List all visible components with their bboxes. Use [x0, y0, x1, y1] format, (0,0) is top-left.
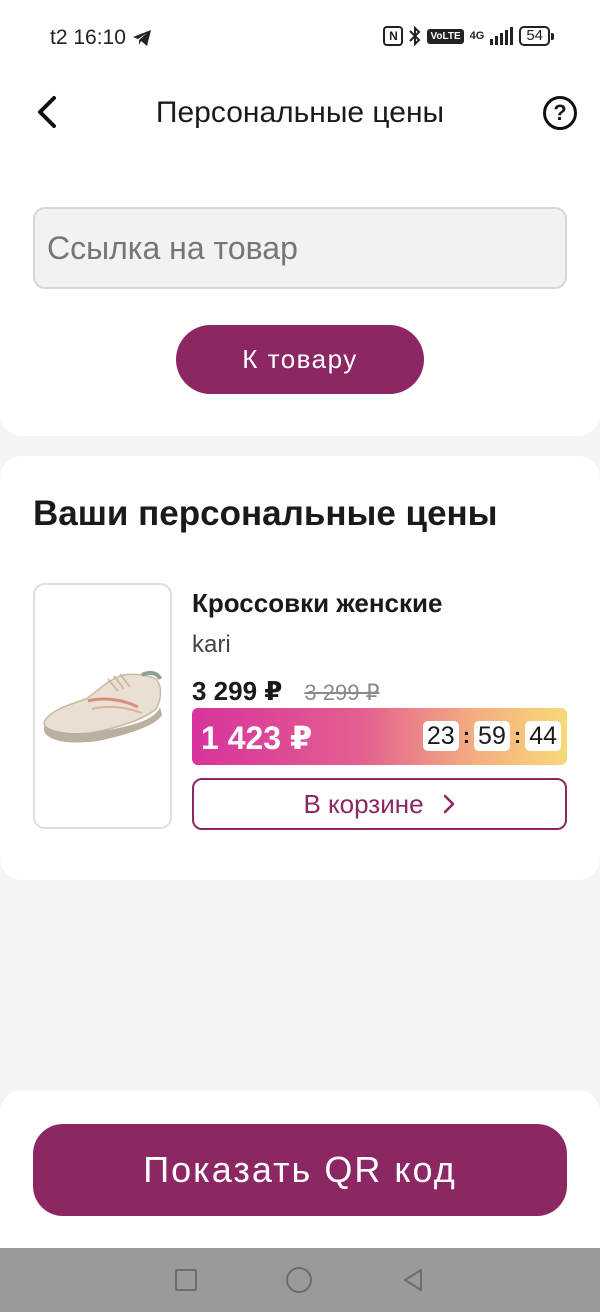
status-time: t2 16:10 [50, 26, 126, 49]
product-link-input[interactable] [33, 207, 567, 289]
in-cart-button[interactable]: В корзине [192, 778, 567, 830]
home-icon[interactable] [285, 1267, 312, 1293]
telegram-icon [132, 30, 151, 46]
personal-price-bar: 1 423 ₽ 23 : 59 : 44 [192, 708, 567, 765]
volte-badge: VoLTE [427, 28, 464, 44]
status-bar: t2 16:10 N VoLTE 4G 54 [0, 0, 600, 80]
personal-prices-card: Ваши персональные цены Кроссовки женские… [0, 456, 600, 880]
go-to-product-button[interactable]: К товару [176, 325, 424, 394]
timer-seconds: 44 [525, 721, 561, 751]
bluetooth-icon [409, 26, 421, 46]
in-cart-label: В корзине [303, 788, 424, 819]
timer-hours: 23 [422, 721, 459, 751]
section-title: Ваши персональные цены [33, 494, 498, 533]
recent-apps-icon[interactable] [174, 1269, 197, 1291]
personal-price: 1 423 ₽ [201, 720, 313, 756]
price-row: 3 299 ₽ 3 299 ₽ [192, 676, 380, 707]
status-right: N VoLTE 4G 54 [383, 26, 554, 46]
battery-icon: 54 [519, 26, 554, 46]
product-image[interactable] [33, 583, 172, 829]
status-left: t2 16:10 [50, 26, 152, 50]
sneaker-image [42, 670, 162, 743]
timer-separator: : [462, 723, 471, 748]
bottom-panel: Показать QR код [0, 1090, 600, 1248]
countdown-timer: 23 : 59 : 44 [422, 721, 561, 751]
system-nav-bar [0, 1248, 600, 1312]
timer-separator: : [513, 723, 522, 748]
signal-icon [490, 27, 514, 45]
timer-minutes: 59 [474, 721, 510, 751]
search-card: Персональные цены ? К товару [0, 80, 600, 436]
help-icon[interactable]: ? [543, 96, 577, 130]
network-label: 4G [469, 30, 485, 42]
old-price: 3 299 ₽ [304, 680, 380, 705]
back-triangle-icon[interactable] [401, 1267, 425, 1293]
chevron-right-icon [443, 794, 454, 814]
product-name[interactable]: Кроссовки женские [192, 588, 442, 619]
product-brand: kari [192, 631, 231, 658]
show-qr-code-button[interactable]: Показать QR код [33, 1124, 567, 1216]
page-title: Персональные цены [155, 96, 445, 129]
nfc-icon: N [383, 26, 404, 46]
current-price: 3 299 ₽ [192, 676, 283, 706]
